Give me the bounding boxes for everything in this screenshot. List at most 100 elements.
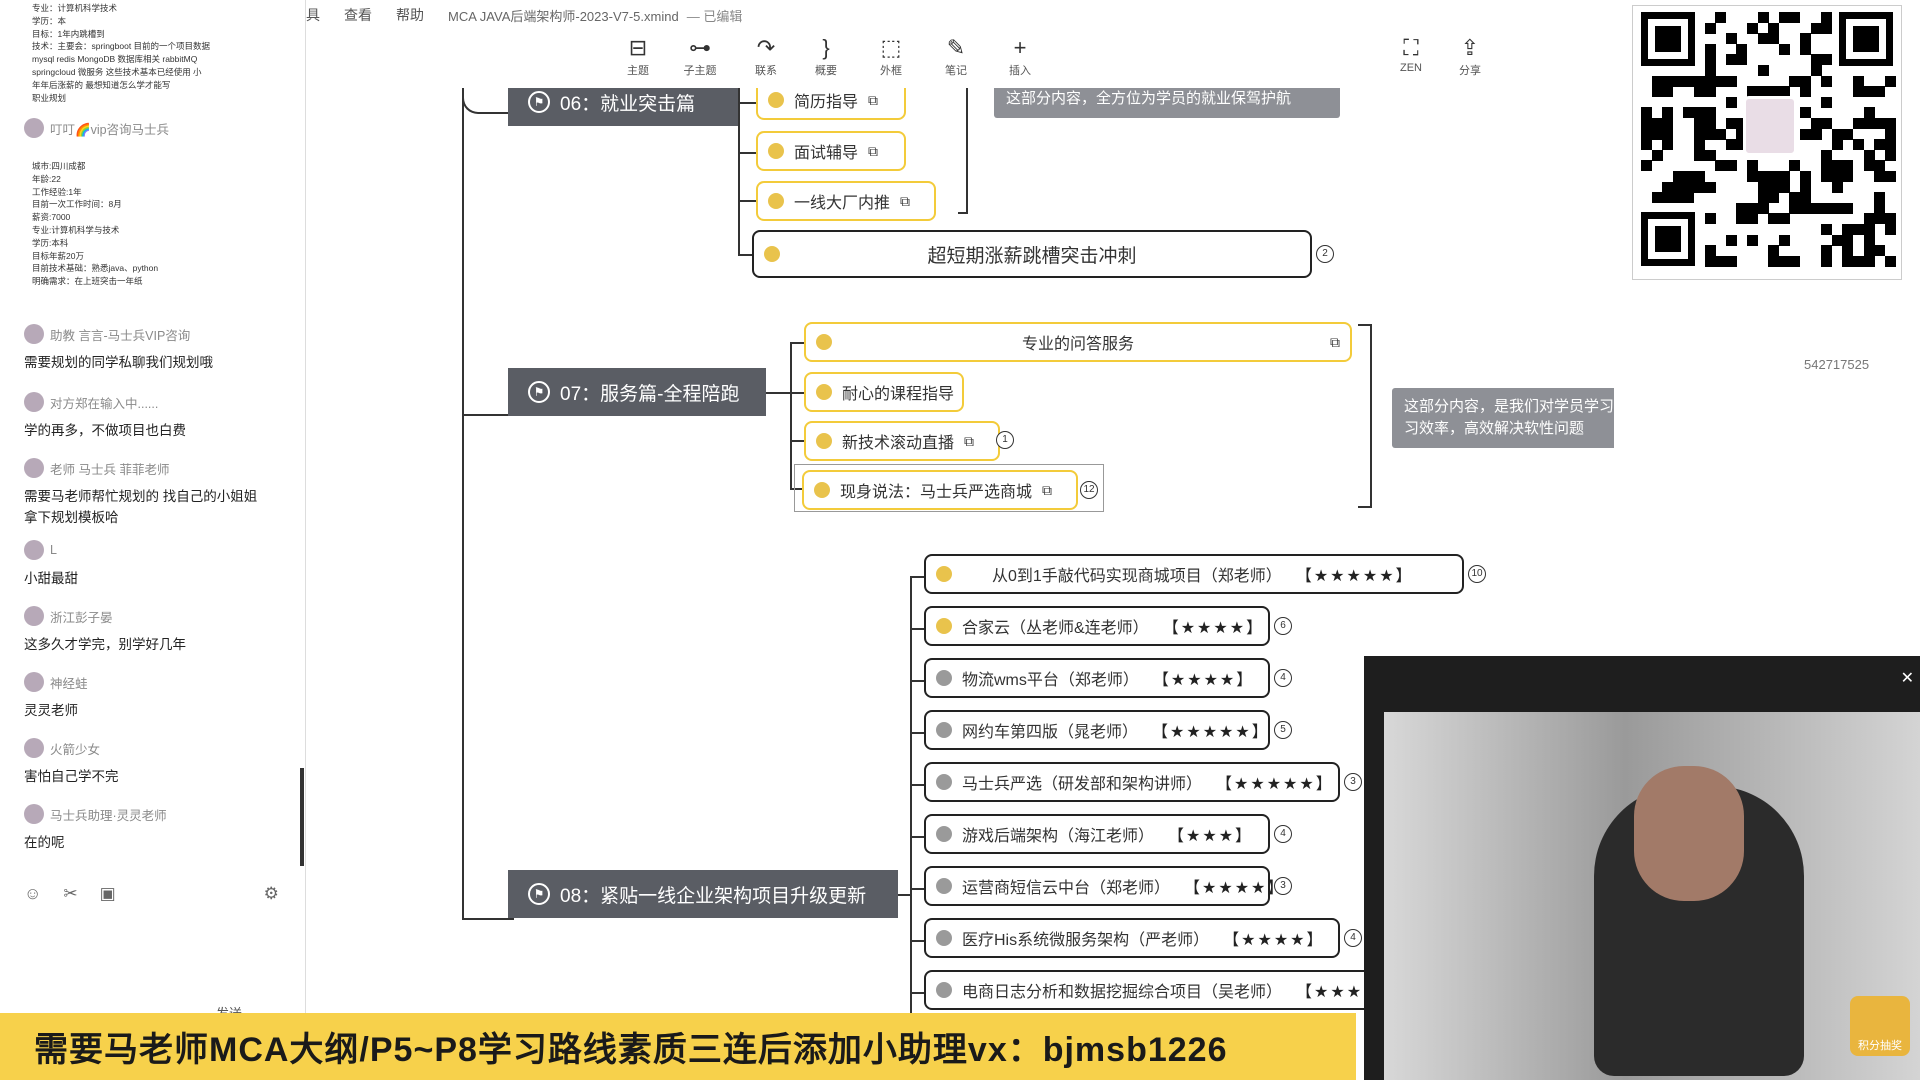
toolbar-button-share[interactable]: ⇪ 分享: [1440, 34, 1500, 78]
toolbar-label: 子主题: [683, 65, 717, 77]
child-count-badge[interactable]: 4: [1344, 929, 1362, 947]
child-count-badge[interactable]: 3: [1344, 773, 1362, 791]
chat-profile-line: springcloud 微服务 这些技术基本已经使用 小: [32, 67, 202, 77]
child-count-badge[interactable]: 2: [1316, 245, 1334, 263]
node-store-testimony[interactable]: 现身说法：马士兵严选商城 ⧉: [802, 470, 1078, 510]
emoji-icon[interactable]: ☺: [24, 884, 41, 904]
avatar: [24, 392, 44, 412]
section-07[interactable]: ⚑ 07：服务篇-全程陪跑: [508, 368, 766, 416]
chat-scrollbar[interactable]: [300, 768, 304, 866]
webcam-video[interactable]: 积分抽奖 ✕: [1364, 656, 1920, 1080]
menu-item-view[interactable]: 查看: [344, 5, 372, 25]
chat-message: 浙江彭子晏 这多久才学完，别学好几年: [24, 606, 274, 655]
chat-username: 叮叮🌈vip咨询马士兵: [50, 122, 170, 137]
toolbar-button-subtopic[interactable]: ⊶ 子主题: [670, 34, 730, 78]
image-icon[interactable]: ▣: [100, 884, 116, 904]
project-grey-icon: [936, 982, 952, 998]
menu-item-help[interactable]: 帮助: [396, 5, 424, 25]
project-node[interactable]: 运营商短信云中台（郑老师） 【★★★★】: [924, 866, 1283, 906]
chat-panel: 专业：计算机科学技术 学历：本 目标：1年内跳槽到 技术：主要会：springboot…: [0, 0, 306, 1020]
project-name: 物流wms平台（郑老师）: [962, 672, 1139, 689]
section-06[interactable]: ⚑ 06：就业突击篇: [508, 88, 740, 126]
plus-icon: +: [1013, 35, 1027, 60]
external-link-icon: ⧉: [1042, 481, 1053, 498]
child-count-badge[interactable]: 12: [1080, 481, 1098, 499]
chat-text: 学的再多，不做项目也白费: [24, 423, 186, 438]
project-node[interactable]: 网约车第四版（晁老师） 【★★★★★】: [924, 710, 1270, 750]
project-name: 网约车第四版（晁老师）: [962, 724, 1139, 741]
lottery-gift-button[interactable]: 积分抽奖: [1850, 996, 1910, 1056]
node-live-stream[interactable]: 新技术滚动直播 ⧉: [804, 421, 1000, 461]
toolbar-button-zen[interactable]: ⛶ ZEN: [1381, 34, 1441, 74]
child-count-badge[interactable]: 5: [1274, 721, 1292, 739]
project-node[interactable]: 医疗His系统微服务架构（严老师） 【★★★★】: [924, 918, 1340, 958]
project-node[interactable]: 合家云（丛老师&连老师） 【★★★★】: [924, 606, 1270, 646]
chat-profile-line: 薪资:7000: [32, 212, 71, 223]
rating-stars: 【★★★★】: [1184, 880, 1286, 897]
toolbar-button-relationship[interactable]: ↷ 联系: [736, 34, 796, 78]
node-interview-coaching[interactable]: 面试辅导 ⧉: [756, 131, 906, 171]
child-count-badge[interactable]: 1: [996, 431, 1014, 449]
chat-message: 火箭少女 害怕自己学不完: [24, 738, 274, 787]
connector: [464, 414, 514, 416]
node-qa-service[interactable]: 专业的问答服务 ⧉: [804, 322, 1352, 362]
toolbar-label: 笔记: [945, 65, 967, 77]
chat-username: L: [50, 543, 57, 557]
project-node[interactable]: 从0到1手敲代码实现商城项目（郑老师） 【★★★★★】: [924, 554, 1464, 594]
chat-message: 神经蛙 灵灵老师: [24, 672, 274, 721]
toolbar-button-plus[interactable]: + 插入: [990, 34, 1050, 78]
section-08[interactable]: ⚑ 08：紧贴一线企业架构项目升级更新: [508, 870, 898, 918]
chat-text: 灵灵老师: [24, 703, 78, 718]
toolbar-button-topic[interactable]: ⊟ 主题: [608, 34, 668, 78]
chat-toolbar: ☺ ✂ ▣ ⚙: [24, 884, 279, 904]
project-name: 马士兵严选（研发部和架构讲师）: [962, 776, 1203, 793]
section-label: 06：就业突击篇: [560, 93, 696, 115]
external-link-icon: ⧉: [964, 432, 975, 449]
toolbar-label: 主题: [627, 65, 649, 77]
summary-icon: }: [822, 35, 830, 60]
rating-stars: 【★★★★★】: [1295, 568, 1414, 585]
document-title: MCA JAVA后端架构师-2023-V7-5.xmind: [448, 8, 679, 24]
chat-profile-line: 年年后涨薪的 最想知道怎么学才能写: [32, 79, 171, 90]
node-resume-guide[interactable]: 简历指导 ⧉: [756, 88, 906, 120]
project-grey-icon: [936, 774, 952, 790]
chat-username: 马士兵助理·灵灵老师: [50, 808, 167, 823]
project-name: 医疗His系统微服务架构（严老师）: [962, 932, 1210, 949]
child-count-badge[interactable]: 4: [1274, 669, 1292, 687]
chat-username: 对方郑在输入中......: [50, 396, 159, 411]
child-count-badge[interactable]: 6: [1274, 617, 1292, 635]
rating-stars: 【★★★】: [1168, 828, 1254, 845]
node-salary-sprint[interactable]: 超短期涨薪跳槽突击冲刺: [752, 230, 1312, 278]
project-yellow-icon: [936, 566, 952, 582]
external-link-icon: ⧉: [868, 91, 879, 108]
project-yellow-icon: [936, 878, 952, 894]
toolbar-button-boundary[interactable]: ⬚ 外框: [861, 34, 921, 78]
subtopic-icon: ⊶: [689, 35, 711, 60]
project-node[interactable]: 马士兵严选（研发部和架构讲师） 【★★★★★】: [924, 762, 1340, 802]
chat-profile-line: 职业规划: [32, 92, 67, 103]
project-node[interactable]: 电商日志分析和数据挖掘综合项目（吴老师） 【★★★: [924, 970, 1384, 1010]
node-referral[interactable]: 一线大厂内推 ⧉: [756, 181, 936, 221]
child-count-badge[interactable]: 10: [1468, 565, 1486, 583]
avatar: [24, 804, 44, 824]
chat-profile-line: 目前技术基础：熟悉java、python: [32, 263, 159, 274]
connector: [464, 918, 514, 920]
chat-username: 浙江彭子晏: [50, 610, 113, 625]
node-course-guide[interactable]: 耐心的课程指导: [804, 372, 964, 412]
toolbar-button-note[interactable]: ✎ 笔记: [926, 34, 986, 78]
project-node[interactable]: 游戏后端架构（海江老师） 【★★★】: [924, 814, 1270, 854]
child-count-badge[interactable]: 3: [1274, 877, 1292, 895]
child-count-badge[interactable]: 4: [1274, 825, 1292, 843]
project-name: 合家云（丛老师&连老师）: [962, 620, 1149, 637]
project-node[interactable]: 物流wms平台（郑老师） 【★★★★】: [924, 658, 1270, 698]
close-icon[interactable]: ✕: [1901, 668, 1914, 688]
menu-item-tools[interactable]: 具: [306, 5, 320, 25]
settings-icon[interactable]: ⚙: [264, 884, 279, 904]
flag-icon: ⚑: [528, 91, 550, 113]
chat-profile-line: 专业:计算机科学与技术: [32, 225, 120, 235]
chat-profile-line: mysql redis MongoDB 数据库相关 rabbitMQ: [32, 54, 198, 65]
chat-message: 马士兵助理·灵灵老师 在的呢: [24, 804, 274, 853]
flag-icon: ⚑: [528, 381, 550, 403]
toolbar-button-summary[interactable]: } 概要: [796, 34, 856, 78]
scissors-icon[interactable]: ✂: [63, 884, 77, 904]
